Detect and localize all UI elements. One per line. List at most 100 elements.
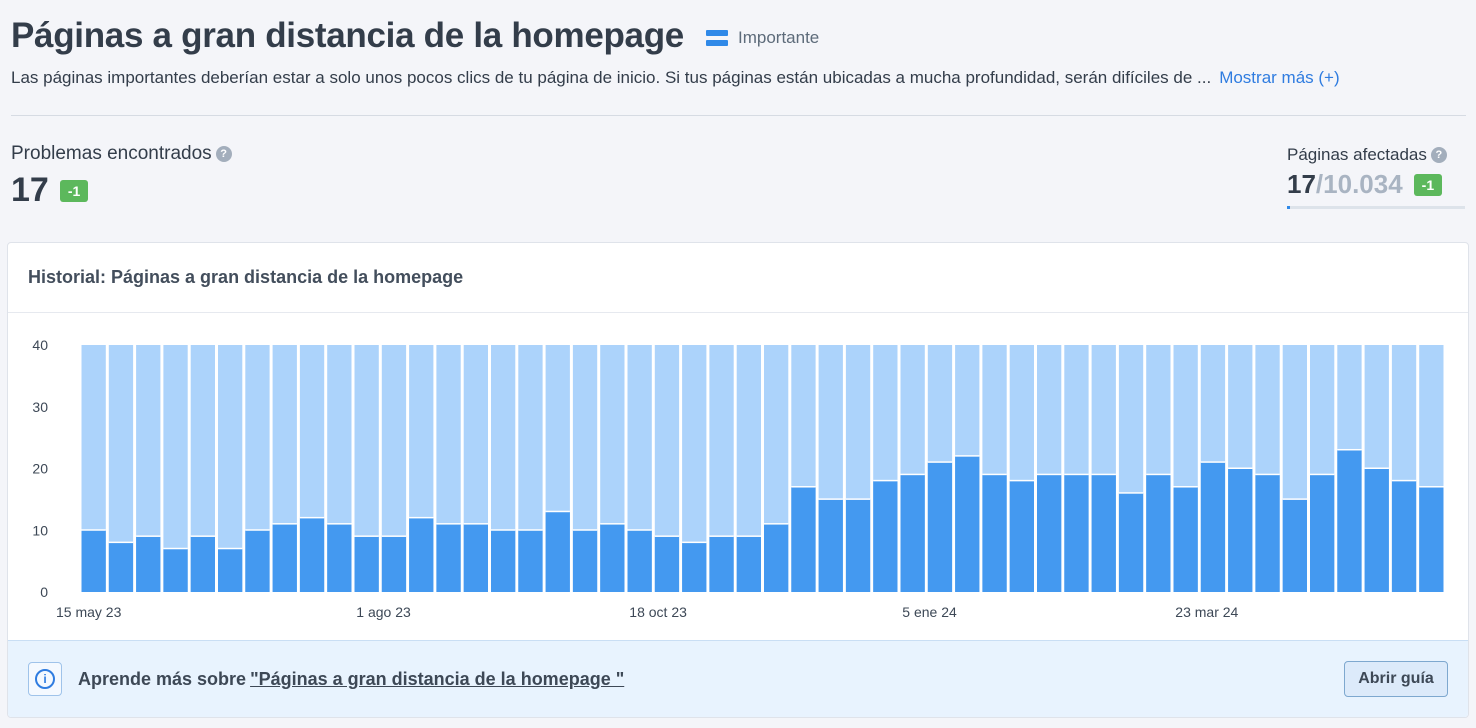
bar-separator xyxy=(409,516,434,519)
bar-separator xyxy=(682,541,707,544)
bar-value[interactable] xyxy=(1310,474,1335,592)
show-more-link[interactable]: Mostrar más (+) xyxy=(1219,68,1339,88)
bar-value[interactable] xyxy=(845,499,871,592)
affected-pages-progress xyxy=(1287,206,1465,209)
bar-value[interactable] xyxy=(299,517,325,592)
bar-value[interactable] xyxy=(436,524,461,592)
bar-value[interactable] xyxy=(572,530,598,592)
y-tick-label: 10 xyxy=(32,522,48,538)
bar-value[interactable] xyxy=(1200,462,1226,592)
bar-value[interactable] xyxy=(409,517,434,592)
issue-description: Las páginas importantes deberían estar a… xyxy=(11,68,1212,87)
bar-value[interactable] xyxy=(381,536,407,592)
issues-found-value: 17 xyxy=(11,171,49,209)
affected-pages-value[interactable]: 17 xyxy=(1287,169,1316,200)
bar-value[interactable] xyxy=(136,536,161,592)
bar-separator xyxy=(327,523,352,525)
bar-value[interactable] xyxy=(354,536,379,592)
bar-value[interactable] xyxy=(654,536,680,592)
learn-more-link[interactable]: "Páginas a gran distancia de la homepage… xyxy=(250,669,624,689)
y-tick-label: 0 xyxy=(40,584,48,600)
bar-value[interactable] xyxy=(1091,474,1116,592)
bar-value[interactable] xyxy=(272,524,297,592)
x-tick-label: 1 ago 23 xyxy=(356,604,411,620)
bar-value[interactable] xyxy=(873,480,898,592)
severity-label: Importante xyxy=(737,28,820,47)
bar-separator xyxy=(136,535,161,537)
issues-found-metric: Problemas encontrados ? 17 -1 xyxy=(11,143,232,210)
bar-value[interactable] xyxy=(1419,487,1444,592)
bar-value[interactable] xyxy=(1009,480,1034,592)
bar-value[interactable] xyxy=(900,474,925,592)
bar-value[interactable] xyxy=(764,524,789,592)
learn-more-banner: i Aprende más sobre "Páginas a gran dista… xyxy=(8,640,1468,717)
bar-value[interactable] xyxy=(327,524,352,592)
bar-value[interactable] xyxy=(518,530,543,592)
bar-separator xyxy=(736,535,761,537)
bar-separator xyxy=(1391,479,1417,482)
bar-value[interactable] xyxy=(818,499,843,592)
bar-value[interactable] xyxy=(955,456,980,592)
x-tick-label: 23 mar 24 xyxy=(1175,604,1238,620)
bar-value[interactable] xyxy=(1064,474,1089,592)
bar-value[interactable] xyxy=(982,474,1007,592)
bar-separator xyxy=(572,529,598,531)
bar-value[interactable] xyxy=(1146,474,1171,592)
bar-value[interactable] xyxy=(218,548,243,592)
history-card-title: Historial: Páginas a gran distancia de l… xyxy=(8,243,1468,313)
y-tick-label: 20 xyxy=(32,461,48,477)
bar-separator xyxy=(1282,498,1307,500)
bar-value[interactable] xyxy=(682,542,707,592)
learn-more-text: Aprende más sobre "Páginas a gran distanc… xyxy=(78,669,624,690)
bar-value[interactable] xyxy=(190,536,215,592)
bar-value[interactable] xyxy=(709,536,734,592)
affected-pages-label: Páginas afectadas xyxy=(1287,145,1427,164)
bar-separator xyxy=(709,535,734,537)
bar-value[interactable] xyxy=(81,530,106,592)
info-icon: i xyxy=(28,662,62,696)
bar-separator xyxy=(163,547,188,550)
help-icon[interactable]: ? xyxy=(215,146,232,162)
bar-value[interactable] xyxy=(927,462,953,592)
bar-value[interactable] xyxy=(463,524,488,592)
bar-value[interactable] xyxy=(1173,487,1198,592)
bar-value[interactable] xyxy=(627,530,652,592)
bar-value[interactable] xyxy=(1118,493,1144,592)
history-bar-chart: 0 10 20 30 40 15 may 23 1 ago 23 18 oct 23 5 ene… xyxy=(32,337,1444,620)
bar-separator xyxy=(845,498,871,500)
priority-bars-icon xyxy=(705,30,728,46)
history-chart: 0 10 20 30 40 15 may 23 1 ago 23 18 oct 23 5 ene… xyxy=(8,313,1468,640)
severity-badge: Importante xyxy=(705,28,820,48)
bar-separator xyxy=(955,455,980,457)
bar-value[interactable] xyxy=(1255,474,1280,592)
bar-separator xyxy=(764,523,789,525)
bar-separator xyxy=(218,547,243,550)
bar-separator xyxy=(245,529,270,531)
bar-value[interactable] xyxy=(1228,468,1253,593)
bar-value[interactable] xyxy=(1282,499,1307,592)
y-tick-label: 40 xyxy=(32,337,48,353)
bar-value[interactable] xyxy=(108,542,134,592)
bar-separator xyxy=(1091,473,1116,476)
bar-value[interactable] xyxy=(1037,474,1062,592)
bar-value[interactable] xyxy=(491,530,516,592)
bar-value[interactable] xyxy=(545,511,570,592)
help-icon[interactable]: ? xyxy=(1430,147,1447,163)
bar-value[interactable] xyxy=(736,536,761,592)
bar-value[interactable] xyxy=(245,530,270,592)
bar-value[interactable] xyxy=(1364,468,1389,593)
bar-value[interactable] xyxy=(600,524,625,592)
bar-separator xyxy=(1228,467,1253,469)
bar-separator xyxy=(1310,473,1335,476)
bar-value[interactable] xyxy=(1391,480,1417,592)
bar-separator xyxy=(791,486,816,488)
bar-value[interactable] xyxy=(163,548,188,592)
open-guide-button[interactable]: Abrir guía xyxy=(1344,661,1448,697)
bar-value[interactable] xyxy=(1337,449,1362,592)
x-tick-label: 18 oct 23 xyxy=(629,604,687,620)
bar-value[interactable] xyxy=(791,487,816,592)
bar-separator xyxy=(900,473,925,476)
bar-separator xyxy=(818,498,843,500)
affected-pages-total: /10.034 xyxy=(1315,169,1403,199)
bar-separator xyxy=(873,479,898,482)
